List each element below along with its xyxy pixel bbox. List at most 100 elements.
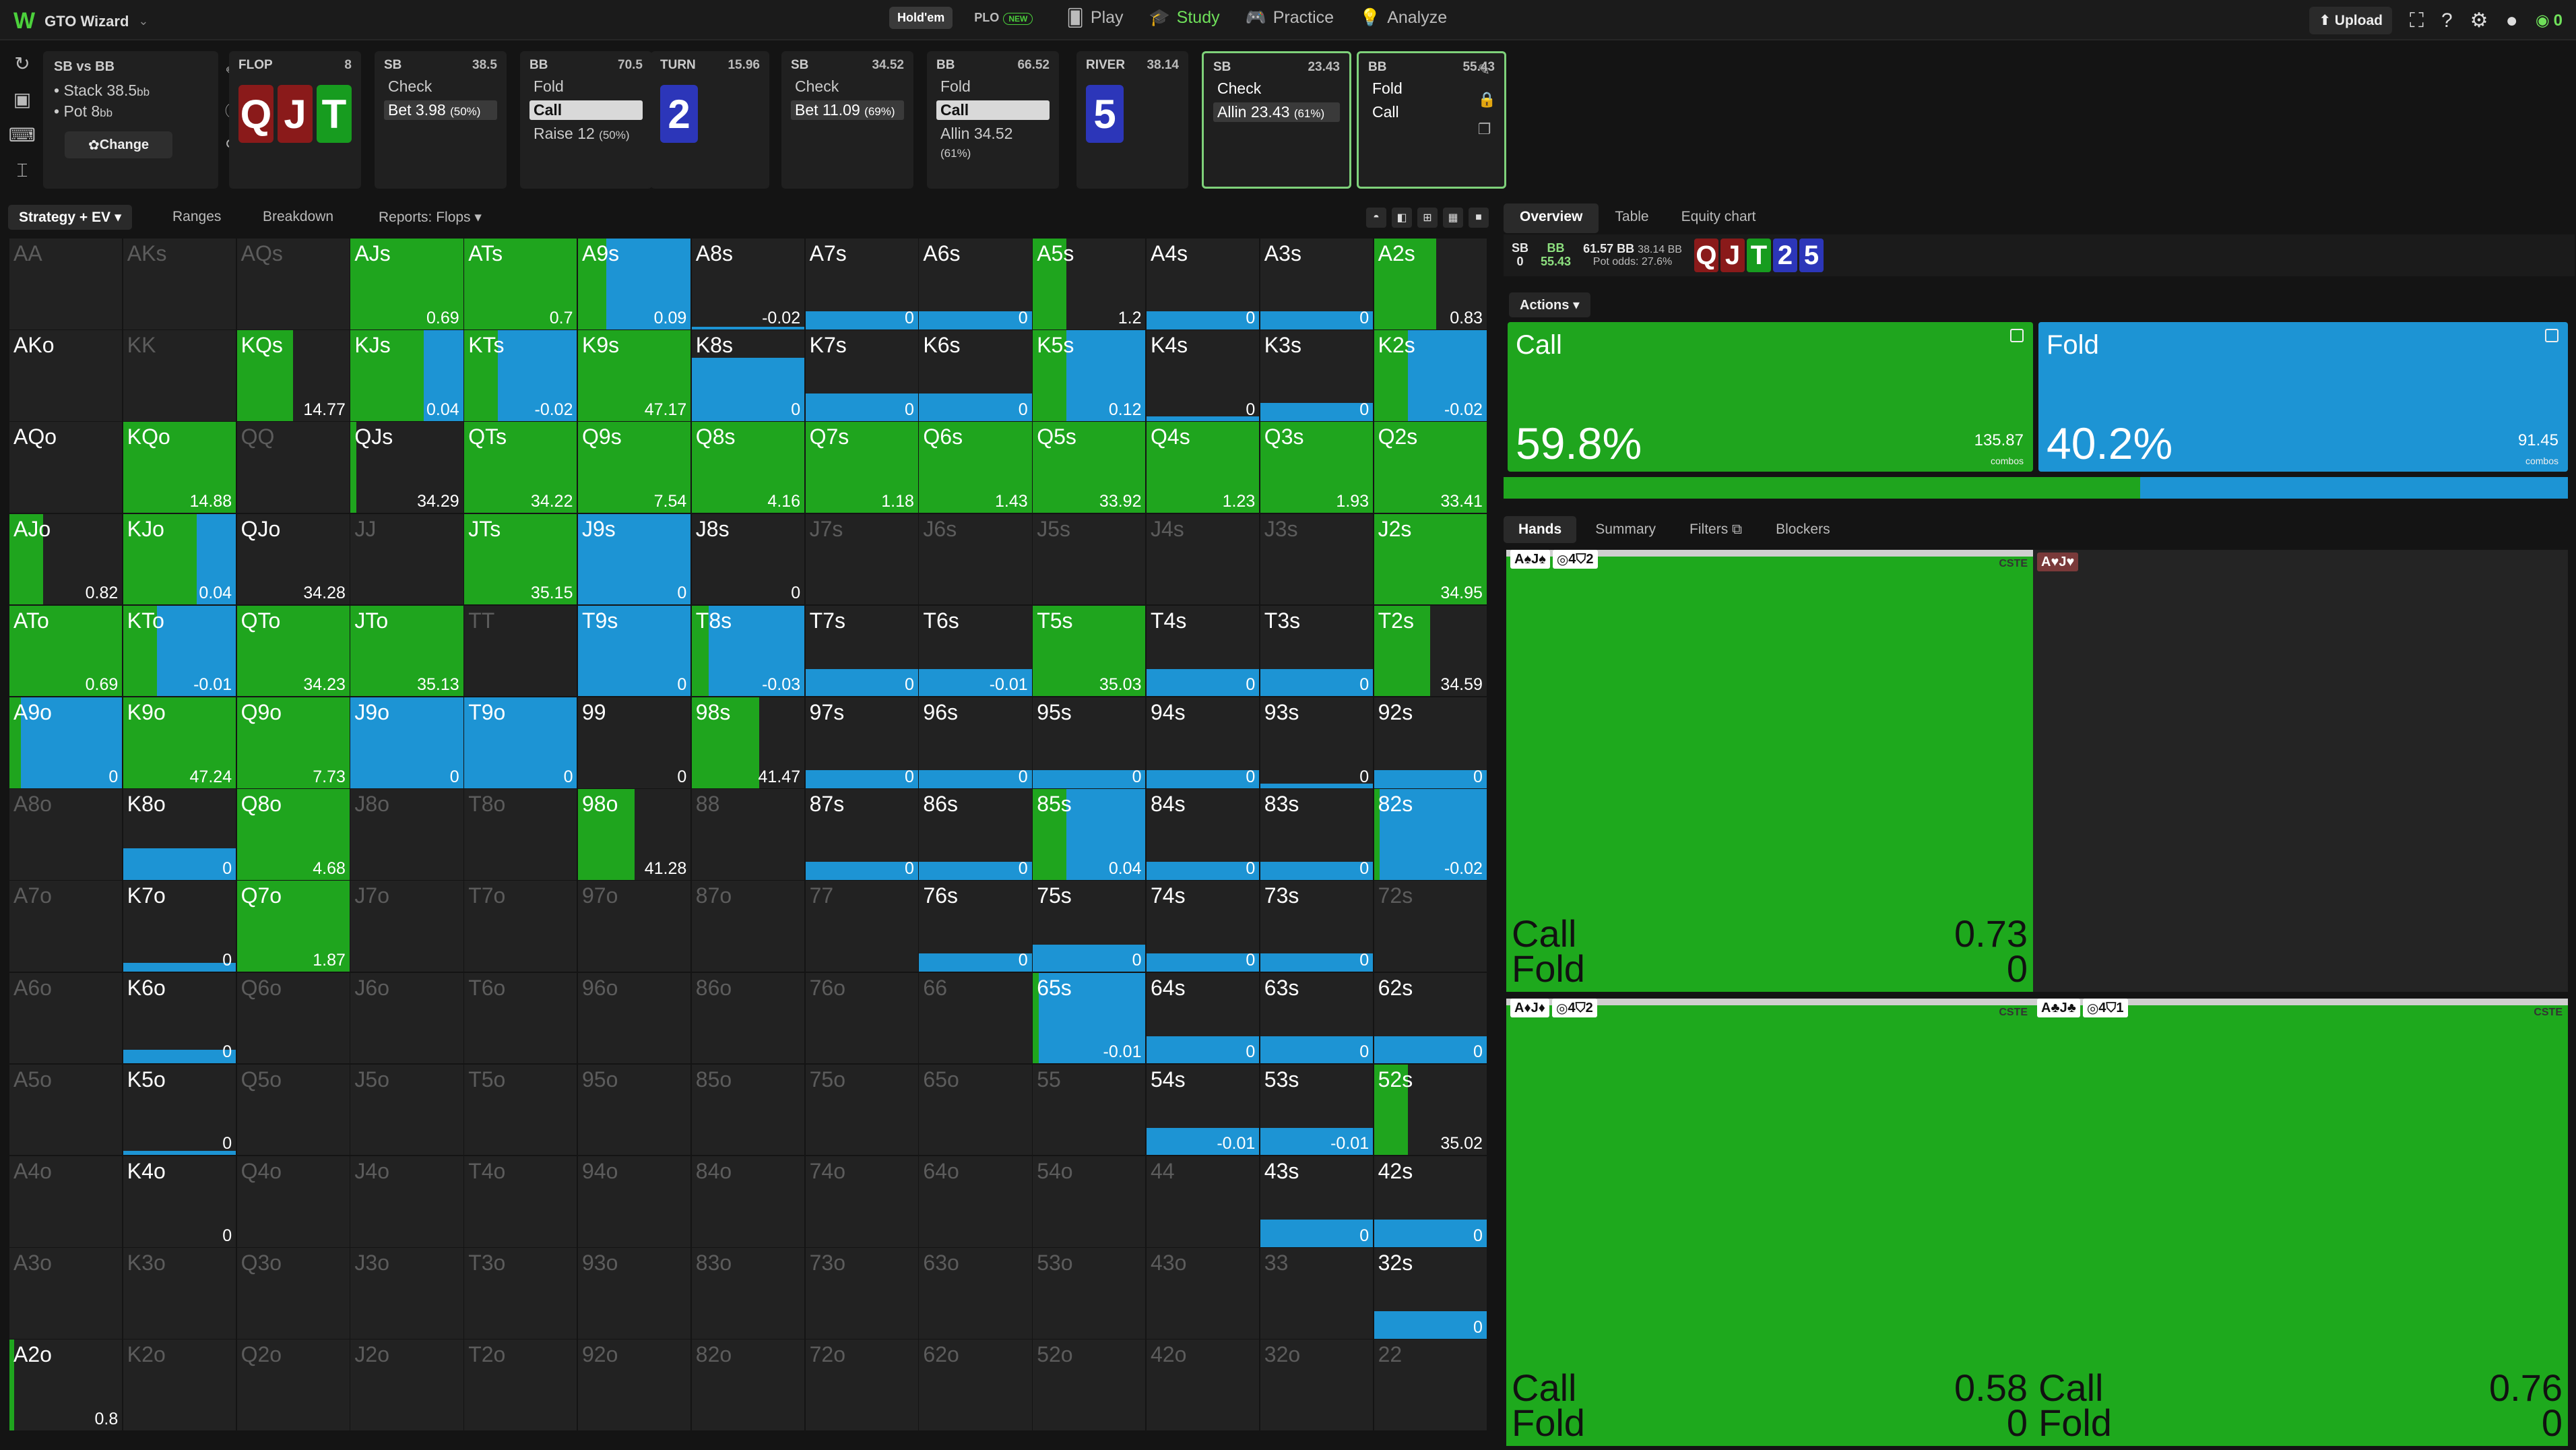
hand-cell-53s[interactable]: 53s -0.01 [1260, 1064, 1374, 1156]
hand-cell-94s[interactable]: 94s 0 [1147, 697, 1260, 788]
nav-study[interactable]: 🎓 Study [1149, 8, 1220, 28]
plo-toggle[interactable]: PLO NEW [966, 7, 1041, 29]
hand-cell-73s[interactable]: 73s 0 [1260, 881, 1374, 972]
action-option[interactable]: Bet 11.09 (69%) [791, 100, 904, 120]
line-card-bb2[interactable]: BB 66.52 Fold Call Allin 34.52 (61%) [927, 51, 1059, 189]
hand-cell-Q7s[interactable]: Q7s 1.18 [805, 422, 918, 513]
tab-hands[interactable]: Hands [1504, 516, 1577, 543]
hand-cell-63s[interactable]: 63s 0 [1260, 972, 1374, 1064]
action-option[interactable]: Fold [1368, 79, 1495, 98]
hand-cell-63o[interactable]: 63o [919, 1248, 1032, 1339]
line-card-bb1[interactable]: BB 70.5 Fold Call Raise 12 (50%) [520, 51, 652, 189]
hand-cell-T6o[interactable]: T6o [464, 972, 577, 1064]
hand-cell-76s[interactable]: 76s 0 [919, 881, 1032, 972]
hand-cell-Q8o[interactable]: Q8o 4.68 [236, 789, 350, 880]
hand-cell-J7s[interactable]: J7s [805, 513, 918, 605]
hand-cell-Q2o[interactable]: Q2o [236, 1339, 350, 1431]
hand-cell-QQ[interactable]: QQ [236, 422, 350, 513]
actions-dropdown[interactable]: Actions ▾ [1509, 292, 1590, 317]
hand-cell-AKs[interactable]: AKs [123, 239, 236, 329]
controller-icon[interactable]: ⌨ [9, 124, 36, 146]
hand-cell-Q5o[interactable]: Q5o [236, 1064, 350, 1156]
hand-cell-53o[interactable]: 53o [1033, 1248, 1146, 1339]
line-card-turn[interactable]: TURN 15.96 2 [651, 51, 769, 189]
action-option[interactable]: Allin 23.43 (61%) [1213, 102, 1340, 122]
hand-cell-A2o[interactable]: A2o 0.8 [9, 1339, 123, 1431]
hand-cell-52s[interactable]: 52s 35.02 [1374, 1064, 1487, 1156]
action-option[interactable]: Check [1213, 79, 1340, 98]
hand-cell-J4s[interactable]: J4s [1147, 513, 1260, 605]
hand-cell-95s[interactable]: 95s 0 [1033, 697, 1146, 788]
copy-icon[interactable]: ❐ [1478, 121, 1496, 138]
line-card-sb2[interactable]: SB 34.52 Check Bet 11.09 (69%) [781, 51, 913, 189]
hand-cell-QJs[interactable]: QJs 34.29 [350, 422, 463, 513]
hand-cell-82o[interactable]: 82o [691, 1339, 805, 1431]
expand-icon[interactable] [2010, 329, 2024, 342]
hand-cell-T3s[interactable]: T3s 0 [1260, 605, 1374, 697]
hand-cell-A6o[interactable]: A6o [9, 972, 123, 1064]
tab-filters[interactable]: Filters ⧉ [1675, 516, 1757, 543]
hand-cell-86o[interactable]: 86o [691, 972, 805, 1064]
hand-cell-Q3o[interactable]: Q3o [236, 1248, 350, 1339]
hand-cell-52o[interactable]: 52o [1033, 1339, 1146, 1431]
hand-cell-33[interactable]: 33 [1260, 1248, 1374, 1339]
hand-cell-96o[interactable]: 96o [578, 972, 691, 1064]
split-view-icon[interactable]: ◧ [1392, 208, 1412, 228]
hand-cell-A3o[interactable]: A3o [9, 1248, 123, 1339]
hand-cell-97o[interactable]: 97o [578, 881, 691, 972]
hand-cell-22[interactable]: 22 [1374, 1339, 1487, 1431]
hand-cell-65o[interactable]: 65o [919, 1064, 1032, 1156]
hand-cell-84o[interactable]: 84o [691, 1156, 805, 1247]
hand-cell-K7o[interactable]: K7o 0 [123, 881, 236, 972]
hand-cell-98s[interactable]: 98s 41.47 [691, 697, 805, 788]
hand-cell-T2s[interactable]: T2s 34.59 [1374, 605, 1487, 697]
hand-cell-64s[interactable]: 64s 0 [1147, 972, 1260, 1064]
hand-cell-J8s[interactable]: J8s 0 [691, 513, 805, 605]
hand-cell-94o[interactable]: 94o [578, 1156, 691, 1247]
hand-cell-JTs[interactable]: JTs 35.15 [464, 513, 577, 605]
hand-cell-KQs[interactable]: KQs 14.77 [236, 330, 350, 421]
hand-cell-62o[interactable]: 62o [919, 1339, 1032, 1431]
hand-cell-55[interactable]: 55 [1033, 1064, 1146, 1156]
line-card-river[interactable]: RIVER 38.14 5 [1076, 51, 1188, 189]
action-option[interactable]: Raise 12 (50%) [529, 124, 643, 144]
change-button[interactable]: ✿ Change [65, 131, 172, 158]
hand-combo-card[interactable]: CSTE Call 0.73 Fold 0 A♠J♠ ◎ 4 ⛉ 2 [1506, 550, 2033, 992]
hand-cell-ATs[interactable]: ATs 0.7 [464, 239, 577, 329]
hand-cell-72o[interactable]: 72o [805, 1339, 918, 1431]
hand-cell-88[interactable]: 88 [691, 789, 805, 880]
hand-cell-A5o[interactable]: A5o [9, 1064, 123, 1156]
hand-cell-K8o[interactable]: K8o 0 [123, 789, 236, 880]
hand-cell-98o[interactable]: 98o 41.28 [578, 789, 691, 880]
hand-cell-87s[interactable]: 87s 0 [805, 789, 918, 880]
action-option[interactable]: Call [1368, 102, 1495, 122]
action-option[interactable]: Bet 3.98 (50%) [384, 100, 497, 120]
hand-cell-T8s[interactable]: T8s -0.03 [691, 605, 805, 697]
hand-cell-62s[interactable]: 62s 0 [1374, 972, 1487, 1064]
hand-cell-KJs[interactable]: KJs 0.04 [350, 330, 463, 421]
hand-cell-95o[interactable]: 95o [578, 1064, 691, 1156]
hand-cell-93o[interactable]: 93o [578, 1248, 691, 1339]
hand-cell-AKo[interactable]: AKo [9, 330, 123, 421]
hand-cell-T5s[interactable]: T5s 35.03 [1033, 605, 1146, 697]
hand-cell-A3s[interactable]: A3s 0 [1260, 239, 1374, 329]
hand-cell-Q6s[interactable]: Q6s 1.43 [919, 422, 1032, 513]
hand-cell-T3o[interactable]: T3o [464, 1248, 577, 1339]
hand-cell-86s[interactable]: 86s 0 [919, 789, 1032, 880]
hand-cell-J6s[interactable]: J6s [919, 513, 1032, 605]
lock-icon[interactable]: 🔒 [1478, 91, 1496, 108]
hand-cell-K6o[interactable]: K6o 0 [123, 972, 236, 1064]
hand-cell-KJo[interactable]: KJo 0.04 [123, 513, 236, 605]
hand-cell-J2s[interactable]: J2s 34.95 [1374, 513, 1487, 605]
hand-cell-76o[interactable]: 76o [805, 972, 918, 1064]
grid-icon[interactable]: ▦ [1443, 208, 1463, 228]
line-card-sb1[interactable]: SB 38.5 Check Bet 3.98 (50%) [375, 51, 507, 189]
hand-cell-Q9s[interactable]: Q9s 7.54 [578, 422, 691, 513]
tab-table[interactable]: Table [1599, 203, 1665, 233]
hand-cell-Q6o[interactable]: Q6o [236, 972, 350, 1064]
hand-cell-75o[interactable]: 75o [805, 1064, 918, 1156]
hand-cell-54s[interactable]: 54s -0.01 [1147, 1064, 1260, 1156]
hand-cell-QJo[interactable]: QJo 34.28 [236, 513, 350, 605]
line-card-bb3[interactable]: BB 55.43 Fold Call ✎ 🔒 ❐ [1357, 51, 1506, 189]
expand-icon[interactable] [2545, 329, 2558, 342]
